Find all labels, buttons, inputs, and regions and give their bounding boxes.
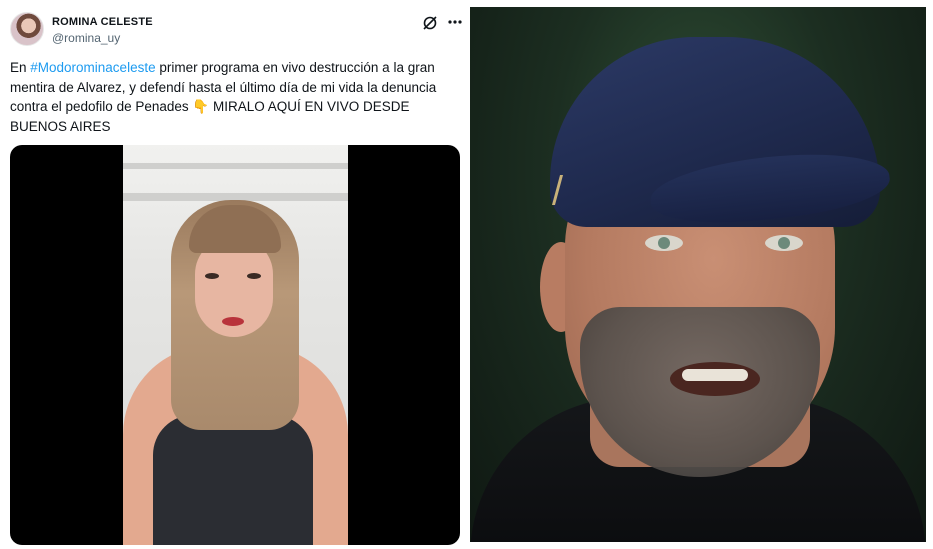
avatar[interactable] bbox=[10, 12, 44, 46]
more-icon[interactable] bbox=[446, 13, 464, 31]
woman-lips bbox=[222, 317, 244, 326]
video-frame bbox=[123, 145, 348, 545]
tweet-header: ROMINA CELESTE @romina_uy bbox=[10, 12, 462, 48]
woman-top bbox=[153, 415, 313, 545]
display-name[interactable]: ROMINA CELESTE bbox=[52, 16, 153, 28]
window-frame bbox=[123, 163, 348, 169]
point-down-emoji: 👇 bbox=[192, 99, 210, 114]
tweet-text-prefix: En bbox=[10, 60, 31, 75]
teeth bbox=[682, 369, 748, 381]
tweet-card: ROMINA CELESTE @romina_uy En #Modoromina… bbox=[0, 0, 466, 549]
hashtag-link[interactable]: #Modorominaceleste bbox=[30, 60, 155, 75]
woman-eye bbox=[205, 273, 219, 279]
man-eye bbox=[765, 235, 803, 251]
woman-eye bbox=[247, 273, 261, 279]
grok-icon[interactable] bbox=[422, 15, 438, 31]
man-photo bbox=[470, 7, 926, 542]
user-handle[interactable]: @romina_uy bbox=[52, 31, 120, 45]
tweet-text: En #Modorominaceleste primer programa en… bbox=[10, 58, 450, 136]
tweet-video[interactable] bbox=[10, 145, 460, 545]
man-eye bbox=[645, 235, 683, 251]
